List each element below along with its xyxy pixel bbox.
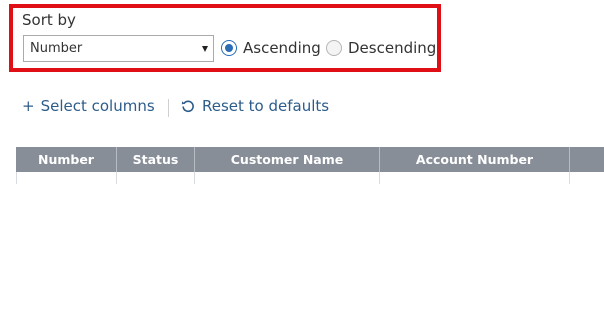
ascending-radio[interactable] — [221, 40, 237, 56]
reset-to-defaults-label: Reset to defaults — [202, 97, 330, 115]
descending-label[interactable]: Descending — [348, 39, 436, 57]
column-header-extra[interactable] — [570, 147, 604, 172]
chevron-down-icon — [202, 46, 208, 52]
column-divider — [194, 172, 195, 184]
column-divider — [16, 172, 17, 184]
column-header-number[interactable]: Number — [16, 147, 117, 172]
radio-selected-dot — [224, 43, 233, 52]
select-columns-link[interactable]: + Select columns — [22, 97, 155, 115]
grid-body — [16, 172, 604, 184]
column-divider — [379, 172, 380, 184]
column-divider — [569, 172, 570, 184]
select-columns-label: Select columns — [40, 97, 155, 115]
sort-by-label: Sort by — [22, 11, 76, 29]
plus-icon: + — [22, 97, 35, 115]
reset-to-defaults-link[interactable]: Reset to defaults — [181, 97, 329, 115]
grid-header: Number Status Customer Name Account Numb… — [16, 147, 604, 172]
column-header-customer-name[interactable]: Customer Name — [195, 147, 380, 172]
descending-radio[interactable] — [326, 40, 342, 56]
column-header-account-number[interactable]: Account Number — [380, 147, 570, 172]
column-divider — [116, 172, 117, 184]
sort-field-select[interactable]: Number — [23, 35, 214, 62]
sort-field-value: Number — [30, 41, 83, 56]
reset-icon — [181, 100, 194, 113]
column-header-status[interactable]: Status — [117, 147, 195, 172]
toolbar-divider — [168, 99, 169, 117]
ascending-label[interactable]: Ascending — [243, 39, 321, 57]
